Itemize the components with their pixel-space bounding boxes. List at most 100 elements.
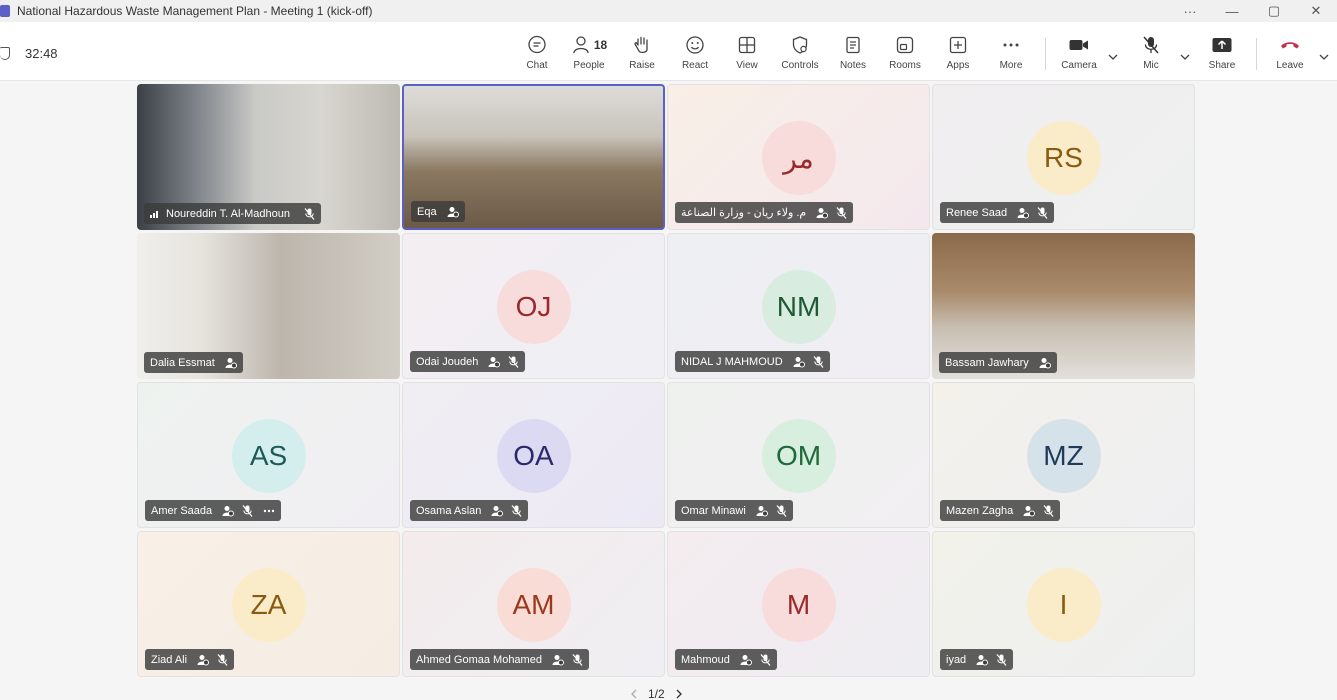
react-button[interactable]: React [669, 34, 721, 71]
share-screen-icon [1211, 34, 1233, 56]
share-button[interactable]: Share [1196, 34, 1248, 71]
window-more-button[interactable]: ··· [1169, 0, 1211, 22]
guest-user-icon [552, 654, 564, 666]
hang-up-icon [1279, 34, 1301, 56]
participant-avatar: OM [761, 419, 836, 493]
participant-tile[interactable]: MZ Mazen Zagha [932, 382, 1195, 528]
mic-label: Mic [1143, 60, 1159, 71]
participant-tile[interactable]: OJ Odai Joudeh [402, 233, 665, 379]
participant-name: م. ولاء ريان - وزارة الصناعة [681, 207, 807, 219]
participant-name-tag: Osama Aslan [410, 500, 529, 521]
mic-muted-icon [1037, 206, 1048, 219]
minimize-button[interactable]: — [1211, 0, 1253, 22]
people-icon [573, 36, 589, 54]
rooms-label: Rooms [889, 60, 921, 71]
view-button[interactable]: View [721, 34, 773, 71]
participant-tile[interactable]: Iiyad [932, 531, 1195, 677]
mic-muted-icon [836, 206, 847, 219]
mic-muted-icon [217, 653, 228, 666]
guest-user-icon [491, 505, 504, 517]
meeting-timer: 32:48 [25, 46, 58, 61]
camera-icon [1068, 34, 1090, 56]
participant-name-tag: NIDAL J MAHMOUD [675, 351, 830, 372]
participant-avatar: OJ [496, 270, 571, 344]
participant-tile[interactable]: NM NIDAL J MAHMOUD [667, 233, 930, 379]
notes-button[interactable]: Notes [827, 34, 879, 71]
participant-avatar: OA [496, 419, 571, 493]
guest-user-icon [1023, 505, 1036, 517]
rooms-icon [895, 34, 915, 56]
raise-label: Raise [629, 60, 655, 71]
notes-icon [843, 34, 863, 56]
guest-user-icon [447, 206, 459, 218]
camera-button[interactable]: Camera [1053, 34, 1105, 71]
mic-muted-icon [996, 653, 1007, 666]
title-bar: National Hazardous Waste Management Plan… [0, 0, 1337, 22]
participant-name-tag: Ahmed Gomaa Mohamed [410, 649, 589, 670]
react-label: React [681, 60, 709, 71]
maximize-button[interactable]: ▢ [1253, 0, 1295, 22]
participant-tile[interactable]: M Mahmoud [667, 531, 930, 677]
mic-muted-icon [760, 653, 771, 666]
mic-off-icon [1141, 34, 1161, 56]
participant-tile[interactable]: Eqa [402, 84, 665, 230]
participant-name-tag: Odai Joudeh [410, 351, 526, 372]
controls-button[interactable]: Controls [774, 34, 826, 71]
participant-tile[interactable]: AS Amer Saada [137, 382, 400, 528]
view-label: View [736, 60, 758, 71]
people-button[interactable]: 18 People [563, 34, 615, 71]
apps-button[interactable]: Apps [932, 34, 984, 71]
rooms-button[interactable]: Rooms [879, 34, 931, 71]
leave-button[interactable]: Leave [1264, 34, 1316, 71]
participant-tile[interactable]: OM Omar Minawi [667, 382, 930, 528]
participant-name: Noureddin T. Al-Madhoun [166, 207, 290, 220]
participant-tile[interactable]: مر م. ولاء ريان - وزارة الصناعة [667, 84, 930, 230]
shield-settings-icon [790, 34, 810, 56]
mic-options-chevron-icon[interactable] [1180, 48, 1190, 66]
participant-more-icon[interactable] [263, 509, 275, 513]
camera-options-chevron-icon[interactable] [1108, 48, 1118, 66]
participant-avatar: I [1026, 568, 1101, 642]
page-navigator: 1/2 [630, 687, 683, 700]
participant-name: Omar Minawi [681, 504, 746, 517]
people-label: People [573, 60, 605, 71]
guest-user-icon [756, 505, 768, 517]
participant-name-tag: Noureddin T. Al-Madhoun [144, 203, 321, 224]
chat-button[interactable]: Chat [511, 34, 563, 71]
participant-avatar: RS [1026, 121, 1101, 195]
guest-user-icon [1017, 207, 1030, 219]
camera-label: Camera [1061, 60, 1097, 71]
next-page-icon[interactable] [675, 689, 683, 699]
participant-name-tag: Ziad Ali [145, 649, 235, 670]
participant-tile[interactable]: RS Renee Saad [932, 84, 1195, 230]
leave-options-chevron-icon[interactable] [1319, 48, 1329, 66]
participant-tile[interactable]: Dalia Essmat [137, 233, 400, 379]
participant-name: iyad [946, 653, 967, 666]
participant-name-tag: iyad [940, 649, 1014, 670]
raise-hand-button[interactable]: Raise [616, 34, 668, 71]
apps-label: Apps [946, 60, 970, 71]
participant-tile[interactable]: AM Ahmed Gomaa Mohamed [402, 531, 665, 677]
participant-tile[interactable]: Noureddin T. Al-Madhoun [137, 84, 400, 230]
participant-avatar: M [761, 568, 836, 642]
participant-tile[interactable]: ZA Ziad Ali [137, 531, 400, 677]
close-button[interactable]: ✕ [1295, 0, 1337, 22]
participant-name: Ahmed Gomaa Mohamed [416, 653, 542, 666]
participant-name: Renee Saad [946, 206, 1008, 219]
participant-tile[interactable]: Bassam Jawhary [932, 233, 1195, 379]
share-label: Share [1208, 60, 1236, 71]
participant-avatar: مر [761, 121, 836, 195]
participant-name-tag: Mahmoud [675, 649, 777, 670]
participant-tile[interactable]: OA Osama Aslan [402, 382, 665, 528]
guest-user-icon [740, 654, 752, 666]
previous-page-icon[interactable] [630, 689, 638, 699]
participant-name: Dalia Essmat [150, 356, 215, 369]
participant-name-tag: Dalia Essmat [144, 352, 243, 373]
participant-name-tag: Bassam Jawhary [939, 352, 1057, 373]
mic-button[interactable]: Mic [1125, 34, 1177, 71]
mic-muted-icon [813, 355, 824, 368]
participant-name: Mahmoud [681, 653, 730, 666]
participant-avatar: MZ [1026, 419, 1101, 493]
participant-name-tag: Eqa [411, 201, 465, 222]
more-button[interactable]: More [985, 34, 1037, 71]
